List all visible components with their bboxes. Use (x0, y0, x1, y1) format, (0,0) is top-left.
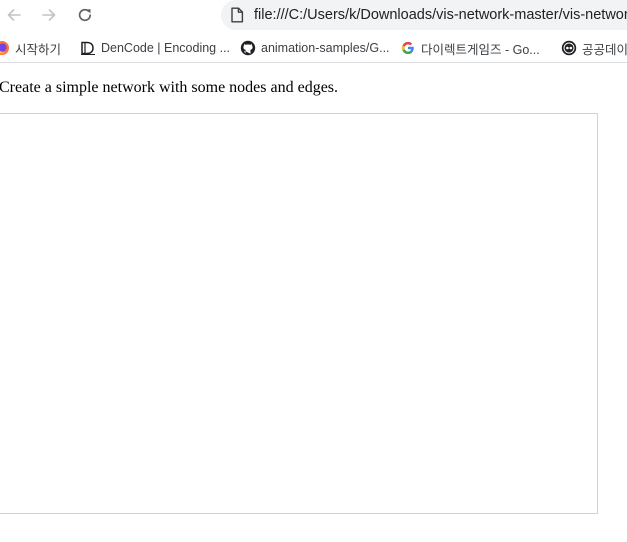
arrow-left-icon (7, 9, 21, 21)
bookmark-opendata[interactable]: 공공데이터포털 (561, 39, 627, 57)
intro-text: Create a simple network with some nodes … (0, 79, 339, 96)
reload-button[interactable] (73, 3, 97, 27)
dencode-icon (80, 40, 96, 56)
bookmark-label: animation-samples/G... (261, 41, 390, 55)
address-bar[interactable]: file:///C:/Users/k/Downloads/vis-network… (221, 0, 627, 30)
page-icon (229, 7, 245, 23)
page-content: Create a simple network with some nodes … (0, 63, 627, 542)
bookmark-label: 시작하기 (15, 42, 62, 57)
bookmark-google[interactable]: 다이렉트게임즈 - Go... (400, 39, 540, 57)
bookmark-start[interactable]: 시작하기 (0, 39, 61, 57)
url-text: file:///C:/Users/k/Downloads/vis-network… (254, 7, 627, 23)
bookmark-label: 다이렉트게임즈 - Go... (421, 42, 540, 57)
bookmark-github[interactable]: animation-samples/G... (240, 39, 390, 57)
firefox-icon (0, 40, 10, 56)
forward-button[interactable] (37, 3, 61, 27)
bookmark-dencode[interactable]: DenCode | Encoding ... (80, 39, 230, 57)
bookmarks-bar: 시작하기 DenCode | Encoding ... animation-sa… (0, 33, 627, 63)
back-button[interactable] (2, 3, 26, 27)
reload-icon (78, 8, 92, 22)
google-icon (400, 40, 416, 56)
github-icon (240, 40, 256, 56)
bookmark-label: DenCode | Encoding ... (101, 41, 231, 55)
opendata-icon (561, 40, 577, 56)
browser-toolbar: file:///C:/Users/k/Downloads/vis-network… (0, 0, 627, 30)
arrow-right-icon (42, 9, 56, 21)
bookmark-label: 공공데이터포털 (582, 42, 627, 57)
network-canvas[interactable] (0, 113, 598, 514)
